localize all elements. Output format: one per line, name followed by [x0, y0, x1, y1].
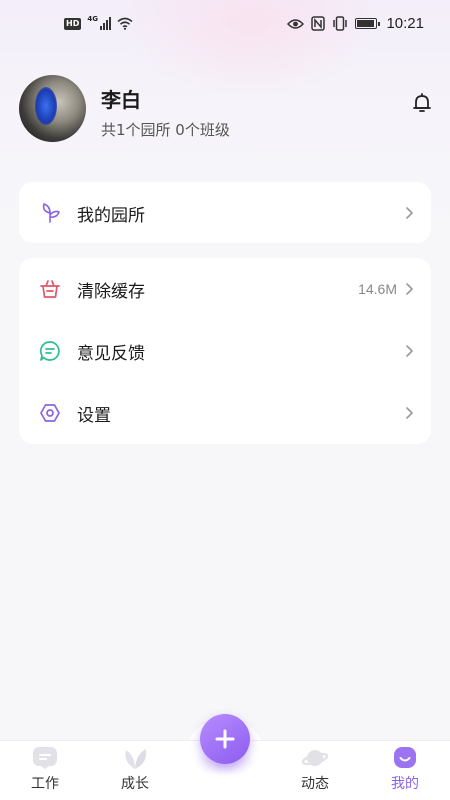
- chevron-right-icon: [406, 207, 413, 219]
- nfc-icon: [311, 16, 326, 31]
- menu-item-label: 设置: [77, 405, 111, 426]
- menu-item-label: 清除缓存: [77, 281, 145, 302]
- chevron-right-icon: [406, 283, 413, 295]
- cache-size: 14.6M: [358, 281, 397, 297]
- status-bar: HD 4G 10:21: [0, 0, 450, 50]
- hd-badge: HD: [64, 17, 82, 30]
- bell-icon[interactable]: [410, 91, 434, 115]
- menu-item-settings[interactable]: 设置: [19, 382, 431, 444]
- status-time: 10:21: [386, 15, 424, 32]
- tab-label: 动态: [301, 776, 329, 792]
- basket-icon: [40, 280, 60, 298]
- tab-mine[interactable]: 我的: [370, 741, 440, 800]
- menu-item-feedback[interactable]: 意见反馈: [19, 320, 431, 382]
- tab-work[interactable]: 工作: [10, 741, 80, 800]
- menu-card-settings: 清除缓存 14.6M 意见反馈 设置: [19, 258, 431, 444]
- signal-icon: [99, 17, 111, 30]
- menu-item-label: 意见反馈: [77, 343, 145, 364]
- user-summary: 共1个园所 0个班级: [101, 121, 230, 139]
- tab-label: 我的: [391, 776, 419, 792]
- vibrate-icon: [333, 16, 348, 31]
- menu-item-my-school[interactable]: 我的园所: [19, 182, 431, 244]
- chevron-right-icon: [406, 407, 413, 419]
- wifi-icon: [117, 17, 133, 30]
- tab-growth[interactable]: 成长: [100, 741, 170, 800]
- chevron-right-icon: [406, 345, 413, 357]
- chat-icon: [39, 341, 60, 361]
- tab-moments[interactable]: 动态: [280, 741, 350, 800]
- eye-icon: [287, 18, 305, 29]
- hex-gear-icon: [40, 404, 60, 422]
- chat-bubble-icon: [33, 747, 57, 769]
- menu-card-school: 我的园所: [19, 182, 431, 243]
- sprout-icon: [42, 203, 60, 223]
- menu-item-label: 我的园所: [77, 205, 145, 226]
- leaf-icon: [125, 749, 147, 769]
- tab-label: 工作: [31, 776, 59, 792]
- profile-header: 李白 共1个园所 0个班级: [19, 75, 434, 145]
- smile-icon: [394, 747, 416, 768]
- planet-icon: [302, 750, 328, 766]
- menu-item-clear-cache[interactable]: 清除缓存 14.6M: [19, 258, 431, 320]
- user-name: 李白: [101, 88, 141, 112]
- battery-icon: [355, 18, 381, 29]
- tab-label: 成长: [121, 776, 149, 792]
- status-left: HD 4G: [64, 14, 133, 30]
- plus-icon: [215, 729, 235, 749]
- add-button[interactable]: [200, 714, 250, 764]
- network-type: 4G: [87, 14, 98, 23]
- status-right: 10:21: [287, 15, 424, 32]
- avatar[interactable]: [19, 75, 86, 142]
